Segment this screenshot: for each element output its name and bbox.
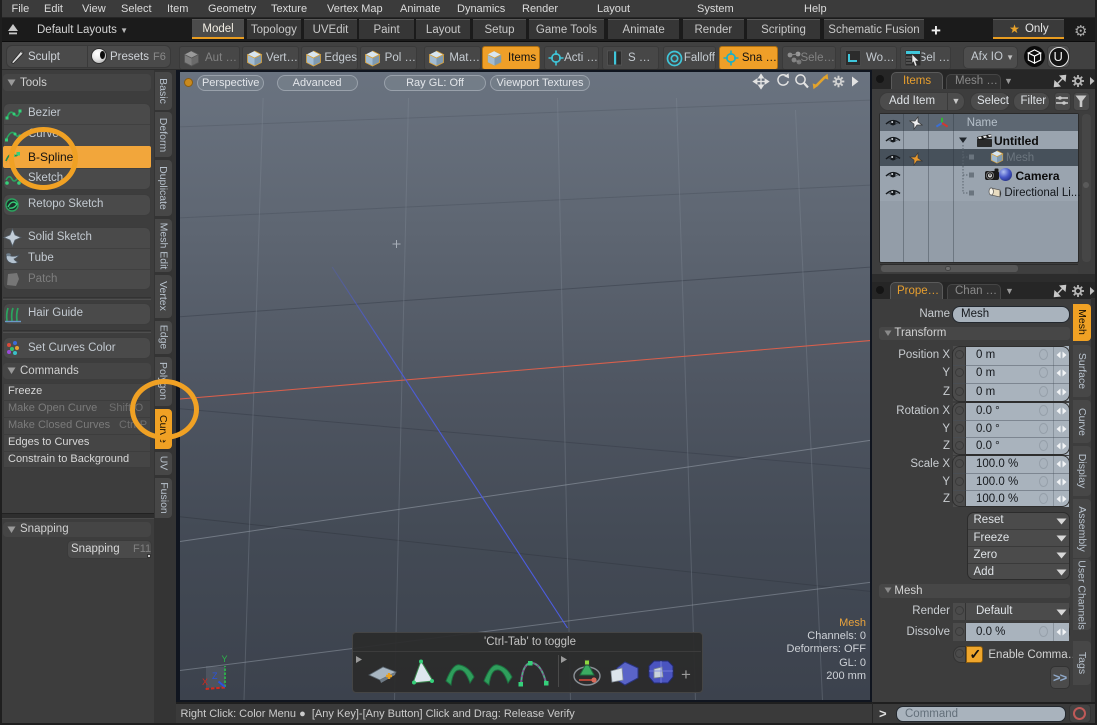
- svg-text:Z: Z: [212, 671, 218, 681]
- svg-text:X: X: [202, 677, 208, 687]
- svg-text:Y: Y: [222, 654, 228, 664]
